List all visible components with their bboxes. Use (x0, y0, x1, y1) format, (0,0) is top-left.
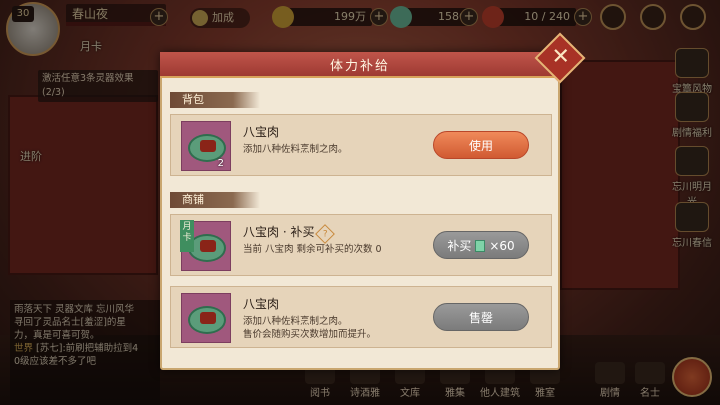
buyback-row: 月卡 八宝肉 · 补买? 当前 八宝肉 剩余可补买的次数 0 补买 ×60 (170, 214, 552, 276)
item-description: 当前 八宝肉 剩余可补买的次数 0 (243, 244, 382, 255)
item-name: 八宝肉 · 补买? (243, 223, 336, 244)
section-bag-label: 背包 (170, 92, 260, 108)
dialog-title: 体力补给 (329, 59, 390, 74)
monthly-pass-ribbon: 月卡 (180, 220, 194, 252)
braised-pork-icon (188, 306, 226, 334)
close-icon: ✕ (551, 44, 570, 70)
stamina-supply-dialog: 体力补给 背包 2 八宝肉 添加八种佐料烹制之肉。 使用 商铺 月卡 八宝肉 ·… (160, 52, 560, 370)
dialog-header: 体力补给 (160, 52, 560, 78)
jade-icon (475, 240, 486, 252)
sold-out-button[interactable]: 售罄 (433, 303, 529, 331)
shop-item-row: 八宝肉 添加八种佐料烹制之肉。 售价会随购买次数增加而提升。 售罄 (170, 286, 552, 348)
bag-item-row: 2 八宝肉 添加八种佐料烹制之肉。 使用 (170, 114, 552, 176)
section-shop-label: 商铺 (170, 192, 260, 208)
item-slot: 2 (181, 121, 231, 171)
item-quantity: 2 (217, 158, 224, 169)
item-slot: 月卡 (180, 220, 231, 271)
item-name: 八宝肉 (243, 297, 280, 311)
use-button[interactable]: 使用 (433, 131, 529, 159)
buyback-button[interactable]: 补买 ×60 (433, 231, 529, 259)
item-name: 八宝肉 (243, 125, 280, 139)
help-icon[interactable]: ? (315, 224, 336, 244)
item-slot (181, 293, 231, 343)
item-description: 添加八种佐料烹制之肉。 (243, 144, 348, 155)
item-description: 添加八种佐料烹制之肉。 售价会随购买次数增加而提升。 (243, 316, 377, 340)
